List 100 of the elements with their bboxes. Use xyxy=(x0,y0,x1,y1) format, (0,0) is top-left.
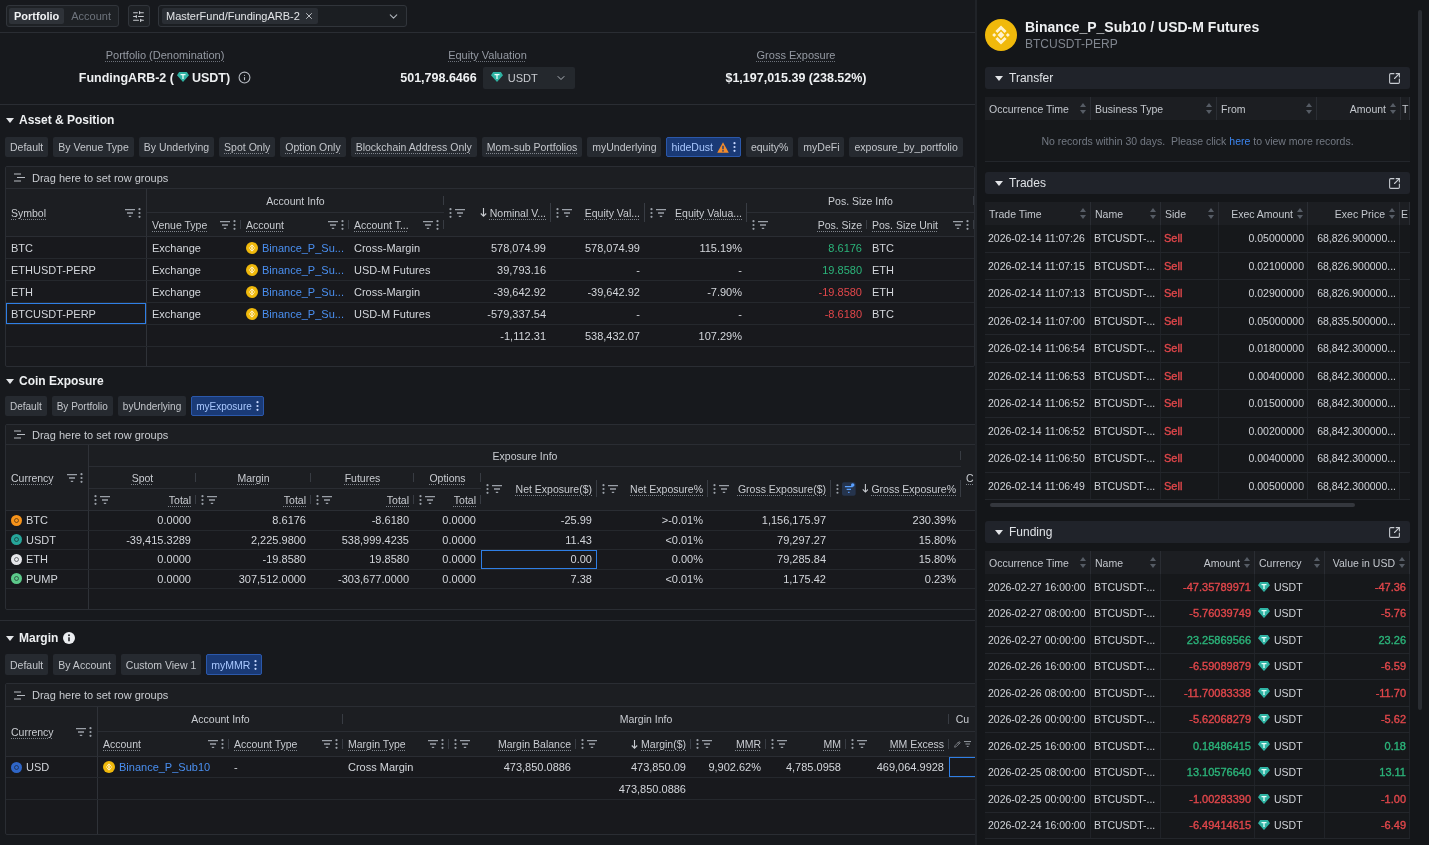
kebab-icon[interactable] xyxy=(94,494,97,505)
filter-icon[interactable] xyxy=(719,484,729,493)
filter-icon[interactable] xyxy=(857,740,867,748)
kebab-icon[interactable] xyxy=(454,739,457,749)
kebab-icon[interactable] xyxy=(335,739,338,749)
column-header[interactable]: Pos. Size Unit xyxy=(872,218,938,231)
kebab-icon[interactable] xyxy=(80,472,83,483)
kebab-icon[interactable] xyxy=(771,739,774,749)
filter-icon[interactable] xyxy=(702,740,712,748)
column-header[interactable]: Occurrence Time xyxy=(989,102,1069,115)
column-header[interactable]: Trade Time xyxy=(989,207,1042,220)
column-header[interactable]: Business Type xyxy=(1095,102,1164,115)
settings-button[interactable] xyxy=(127,5,150,27)
sort-icon[interactable] xyxy=(1244,557,1250,568)
kebab-icon[interactable] xyxy=(419,494,422,505)
kebab-icon[interactable] xyxy=(732,142,736,152)
account-link[interactable]: Binance_P_Su... xyxy=(262,307,344,320)
view-chip[interactable]: Custom View 1 xyxy=(120,654,202,675)
sort-icon[interactable] xyxy=(1208,208,1214,219)
filter-icon[interactable] xyxy=(587,740,597,748)
open-external-button[interactable] xyxy=(1386,524,1402,540)
caret-icon[interactable] xyxy=(995,529,1003,535)
filter-icon[interactable] xyxy=(608,484,618,493)
column-header[interactable]: Currency xyxy=(1259,556,1302,569)
kebab-icon[interactable] xyxy=(851,739,854,749)
column-header[interactable]: Total xyxy=(453,493,476,506)
sort-icon[interactable] xyxy=(1150,557,1156,568)
kebab-icon[interactable] xyxy=(254,659,258,670)
view-chip[interactable]: myDeFi xyxy=(798,137,845,157)
filter-icon[interactable] xyxy=(492,484,502,493)
kebab-icon[interactable] xyxy=(556,207,559,218)
filter-icon[interactable] xyxy=(76,727,86,736)
currency-select[interactable]: USDT xyxy=(482,66,575,89)
caret-icon[interactable] xyxy=(6,117,14,123)
account-link[interactable]: Binance_P_Sub10 xyxy=(119,761,211,773)
kebab-icon[interactable] xyxy=(836,483,839,494)
view-chip[interactable]: byUnderlying xyxy=(117,396,187,416)
view-chip[interactable]: Default xyxy=(5,396,47,416)
column-header[interactable]: Nominal V... xyxy=(489,206,546,219)
view-chip[interactable]: Default xyxy=(5,137,49,157)
pencil-icon[interactable] xyxy=(954,739,961,749)
filter-icon[interactable] xyxy=(322,740,332,748)
scrollbar[interactable] xyxy=(990,503,1355,507)
sort-arrow-icon[interactable] xyxy=(861,484,869,493)
filter-icon[interactable] xyxy=(656,208,666,217)
sort-icon[interactable] xyxy=(1297,208,1303,219)
row-group-bar[interactable]: Drag here to set row groups xyxy=(6,684,975,707)
column-header[interactable]: Total xyxy=(386,493,409,506)
view-chip[interactable]: Spot Only xyxy=(219,137,276,157)
filter-icon[interactable] xyxy=(322,495,332,504)
column-header[interactable]: Net Exposure% xyxy=(630,482,703,495)
view-chip[interactable]: myMMR xyxy=(206,654,263,675)
column-header[interactable]: Value in USD xyxy=(1332,556,1395,569)
kebab-icon[interactable] xyxy=(138,207,141,218)
column-header[interactable]: C xyxy=(966,471,974,484)
scrollbar[interactable] xyxy=(1417,10,1422,710)
column-header[interactable]: Occurrence Time xyxy=(989,556,1069,569)
kebab-icon[interactable] xyxy=(436,219,439,230)
here-link[interactable]: here xyxy=(1229,134,1251,147)
kebab-icon[interactable] xyxy=(752,219,755,230)
sort-arrow-icon[interactable] xyxy=(631,739,639,749)
column-header[interactable]: Pos. Size xyxy=(817,218,862,231)
view-chip[interactable]: Blockchain Address Only xyxy=(350,137,477,157)
view-chip[interactable]: Default xyxy=(5,654,49,675)
sort-icon[interactable] xyxy=(1206,103,1212,114)
section-toggle[interactable]: Margin xyxy=(6,628,76,648)
row-group-bar[interactable]: Drag here to set row groups xyxy=(6,167,974,189)
filter-icon[interactable] xyxy=(953,220,963,229)
view-chip[interactable]: Option Only xyxy=(280,137,346,157)
sort-icon[interactable] xyxy=(1080,103,1086,114)
kebab-icon[interactable] xyxy=(713,483,716,494)
sort-icon[interactable] xyxy=(1080,208,1086,219)
kebab-icon[interactable] xyxy=(650,207,653,218)
kebab-icon[interactable] xyxy=(221,739,224,749)
kebab-icon[interactable] xyxy=(966,219,969,230)
view-chip[interactable]: myExposure xyxy=(191,396,264,416)
sort-icon[interactable] xyxy=(1390,103,1396,114)
column-header[interactable]: Total xyxy=(168,493,191,506)
column-header[interactable]: Symbol xyxy=(11,206,46,219)
column-header[interactable]: Account T... xyxy=(354,218,409,231)
column-header[interactable]: Gross Exposure($) xyxy=(737,482,826,495)
filter-icon[interactable] xyxy=(460,740,470,748)
section-toggle[interactable]: Asset & Position xyxy=(6,110,115,130)
column-header[interactable]: Name xyxy=(1095,556,1123,569)
column-header[interactable]: MMR xyxy=(735,738,761,750)
column-header[interactable]: Account Type xyxy=(234,738,298,750)
column-header[interactable]: Name xyxy=(1095,207,1123,220)
filter-icon[interactable] xyxy=(125,208,135,217)
view-chip[interactable]: By Portfolio xyxy=(51,396,113,416)
kebab-icon[interactable] xyxy=(696,739,699,749)
column-header[interactable]: Equity Valua... xyxy=(675,206,742,219)
column-header[interactable]: Margin Balance xyxy=(498,738,571,750)
panel-header[interactable]: Funding xyxy=(985,521,1410,543)
kebab-icon[interactable] xyxy=(341,219,344,230)
caret-icon[interactable] xyxy=(6,378,14,384)
column-header[interactable]: Currency xyxy=(11,471,54,484)
kebab-icon[interactable] xyxy=(316,494,319,505)
caret-icon[interactable] xyxy=(6,635,14,641)
view-chip[interactable]: exposure_by_portfolio xyxy=(849,137,963,157)
filter-icon[interactable] xyxy=(207,495,217,504)
